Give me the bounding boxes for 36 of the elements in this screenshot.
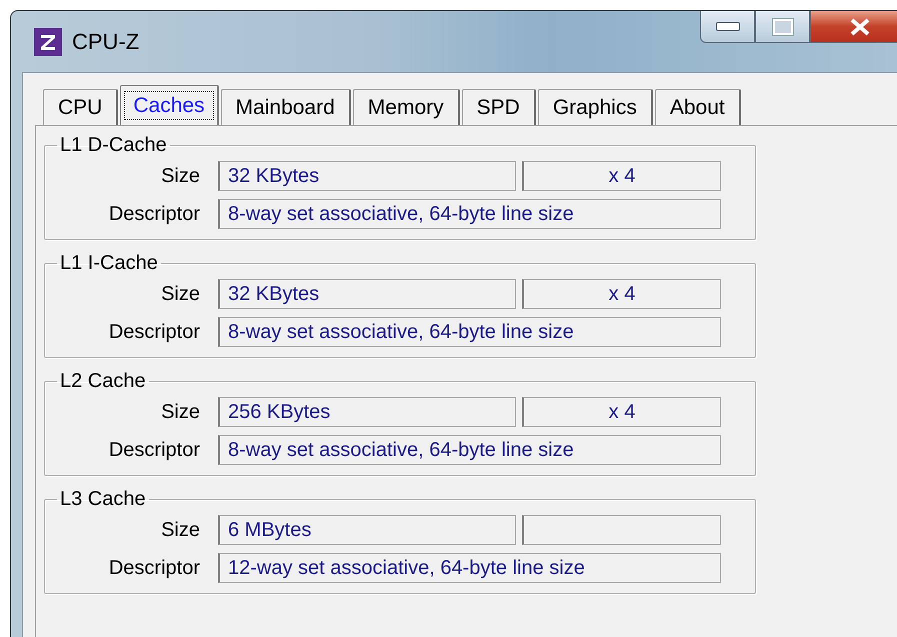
close-icon <box>849 18 871 36</box>
field-label: Descriptor <box>108 438 200 462</box>
tab[interactable]: CPU <box>43 89 118 125</box>
value-field: 256 KBytes <box>218 397 516 427</box>
value-field: 12-way set associative, 64-byte line size <box>218 553 721 583</box>
value-field: 8-way set associative, 64-byte line size <box>218 317 721 347</box>
maximize-button[interactable] <box>755 11 810 43</box>
field-label: Size <box>160 164 200 188</box>
count-field: x 4 <box>522 397 721 427</box>
minimize-button[interactable] <box>700 11 755 43</box>
tab[interactable]: About <box>654 89 741 125</box>
tab[interactable]: SPD <box>462 89 536 125</box>
group-title: L2 Cache <box>59 370 147 393</box>
field-label: Descriptor <box>108 202 200 226</box>
value-field: 32 KBytes <box>218 161 516 191</box>
count-field: x 4 <box>522 161 721 191</box>
field-label: Size <box>160 518 200 542</box>
field-label: Size <box>160 282 200 306</box>
window-title: CPU-Z <box>72 28 140 54</box>
group-title: L1 D-Cache <box>59 134 168 157</box>
group-title: L1 I-Cache <box>59 252 159 275</box>
field-label: Size <box>160 400 200 424</box>
close-button[interactable] <box>810 11 897 43</box>
tab[interactable]: Caches <box>120 85 219 125</box>
value-field: 8-way set associative, 64-byte line size <box>218 435 721 465</box>
count-field: x 4 <box>522 279 721 309</box>
value-field: 8-way set associative, 64-byte line size <box>218 199 721 229</box>
tab[interactable]: Graphics <box>538 89 653 125</box>
tab[interactable]: Mainboard <box>220 89 351 125</box>
field-label: Descriptor <box>108 320 200 344</box>
group-title: L3 Cache <box>59 488 147 511</box>
field-label: Descriptor <box>108 556 200 580</box>
value-field: 32 KBytes <box>218 279 516 309</box>
app-logo-icon <box>34 28 62 56</box>
value-field: 6 MBytes <box>218 515 516 545</box>
tab[interactable]: Memory <box>352 89 460 125</box>
